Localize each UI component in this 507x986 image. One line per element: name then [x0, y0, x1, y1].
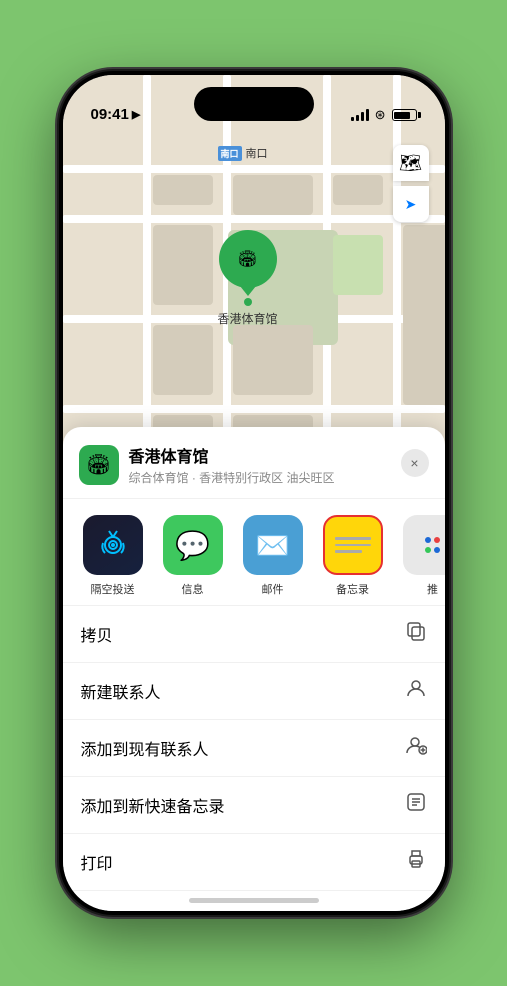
south-gate-text: 南口 — [246, 145, 268, 161]
map-controls: 🗺 ➤ — [393, 145, 429, 222]
status-time: 09:41 ▶ — [91, 106, 141, 123]
print-icon — [405, 848, 427, 876]
venue-icon: 🏟 — [79, 445, 119, 485]
battery-fill — [394, 112, 410, 119]
message-icon-emoji: 💬 — [175, 529, 210, 562]
menu-item-copy[interactable]: 拷贝 — [63, 605, 445, 662]
message-icon: 💬 — [163, 515, 223, 575]
menu-item-print-text: 打印 — [81, 850, 113, 874]
venue-subtitle: 综合体育馆 · 香港特别行政区 油尖旺区 — [129, 469, 335, 486]
time-display: 09:41 — [91, 106, 129, 123]
airdrop-label: 隔空投送 — [91, 581, 135, 597]
phone-screen: 09:41 ▶ ⊛ — [63, 75, 445, 911]
battery-icon — [392, 109, 417, 121]
road-h1 — [63, 165, 445, 173]
share-item-mail[interactable]: ✉️ 邮件 — [239, 515, 307, 597]
notes-icon — [323, 515, 383, 575]
more-dot-red — [434, 537, 440, 543]
share-item-notes[interactable]: 备忘录 — [319, 515, 387, 597]
menu-item-new-contact-text: 新建联系人 — [81, 679, 161, 703]
close-icon: × — [410, 455, 418, 471]
south-gate-badge: 南口 — [218, 146, 242, 161]
quick-note-svg — [405, 791, 427, 813]
signal-bar-1 — [351, 117, 354, 121]
more-dot-green — [425, 547, 431, 553]
more-icon — [403, 515, 445, 575]
mail-label: 邮件 — [262, 581, 284, 597]
wifi-icon: ⊛ — [375, 107, 386, 123]
message-label: 信息 — [182, 581, 204, 597]
copy-icon — [405, 620, 427, 648]
location-button-icon: ➤ — [405, 196, 417, 213]
notes-line-1 — [335, 537, 371, 540]
airdrop-svg — [97, 529, 129, 561]
new-contact-svg — [405, 677, 427, 699]
location-icon: ▶ — [132, 108, 140, 121]
location-button[interactable]: ➤ — [393, 186, 429, 222]
new-contact-icon — [405, 677, 427, 705]
map-green-1 — [333, 235, 383, 295]
map-block-2 — [233, 175, 313, 215]
more-dots-row-1 — [425, 537, 440, 543]
more-dot-blue-1 — [425, 537, 431, 543]
stadium-dot — [244, 298, 252, 306]
menu-item-print[interactable]: 打印 — [63, 833, 445, 891]
quick-note-icon — [405, 791, 427, 819]
airdrop-icon — [83, 515, 143, 575]
map-block-1 — [153, 175, 213, 205]
more-label: 推 — [427, 581, 438, 597]
more-dots-row-2 — [425, 547, 440, 553]
pin-circle: 🏟 — [219, 230, 277, 288]
road-h2 — [63, 215, 445, 223]
notes-line-3 — [335, 550, 362, 553]
venue-icon-emoji: 🏟 — [86, 452, 111, 477]
menu-item-new-contact[interactable]: 新建联系人 — [63, 662, 445, 719]
menu-item-add-existing[interactable]: 添加到现有联系人 — [63, 719, 445, 776]
menu-item-add-existing-text: 添加到现有联系人 — [81, 736, 209, 760]
print-svg — [405, 848, 427, 870]
share-item-airdrop[interactable]: 隔空投送 — [79, 515, 147, 597]
venue-header: 🏟 香港体育馆 综合体育馆 · 香港特别行政区 油尖旺区 × — [63, 427, 445, 499]
venue-name: 香港体育馆 — [129, 443, 335, 467]
venue-info: 香港体育馆 综合体育馆 · 香港特别行政区 油尖旺区 — [129, 443, 335, 486]
status-right: ⊛ — [351, 107, 417, 123]
menu-item-copy-text: 拷贝 — [81, 622, 113, 646]
pin-stadium-icon: 🏟 — [237, 249, 257, 269]
menu-item-quick-note-text: 添加到新快速备忘录 — [81, 793, 225, 817]
mail-icon-emoji: ✉️ — [255, 529, 290, 562]
map-block-9 — [403, 225, 445, 405]
map-block-4 — [153, 325, 213, 395]
signal-bar-3 — [361, 112, 364, 121]
share-item-more[interactable]: 推 — [399, 515, 445, 597]
mail-icon: ✉️ — [243, 515, 303, 575]
menu-item-quick-note[interactable]: 添加到新快速备忘录 — [63, 776, 445, 833]
map-type-icon: 🗺 — [399, 153, 422, 174]
pin-label: 香港体育馆 — [218, 310, 278, 327]
copy-svg — [405, 620, 427, 642]
add-existing-svg — [405, 734, 427, 756]
signal-bars — [351, 109, 369, 121]
signal-bar-4 — [366, 109, 369, 121]
phone-frame: 09:41 ▶ ⊛ — [59, 71, 449, 915]
add-existing-icon — [405, 734, 427, 762]
map-block-8 — [333, 175, 383, 205]
map-block-5 — [233, 325, 313, 395]
share-item-message[interactable]: 💬 信息 — [159, 515, 227, 597]
map-block-3 — [153, 225, 213, 305]
south-gate-label: 南口 南口 — [218, 145, 268, 161]
more-dots-container — [425, 537, 440, 553]
dynamic-island — [194, 87, 314, 121]
share-row: 隔空投送 💬 信息 ✉️ 邮件 — [63, 499, 445, 605]
more-dot-blue-2 — [434, 547, 440, 553]
bottom-sheet: 🏟 香港体育馆 综合体育馆 · 香港特别行政区 油尖旺区 × — [63, 427, 445, 911]
notes-line-2 — [335, 544, 371, 547]
signal-bar-2 — [356, 115, 359, 121]
map-type-button[interactable]: 🗺 — [393, 145, 429, 181]
close-button[interactable]: × — [401, 449, 429, 477]
notes-lines — [335, 537, 371, 553]
road-h4 — [63, 405, 445, 413]
home-indicator — [189, 898, 319, 903]
stadium-pin: 🏟 香港体育馆 — [218, 230, 278, 327]
notes-label: 备忘录 — [336, 581, 369, 597]
